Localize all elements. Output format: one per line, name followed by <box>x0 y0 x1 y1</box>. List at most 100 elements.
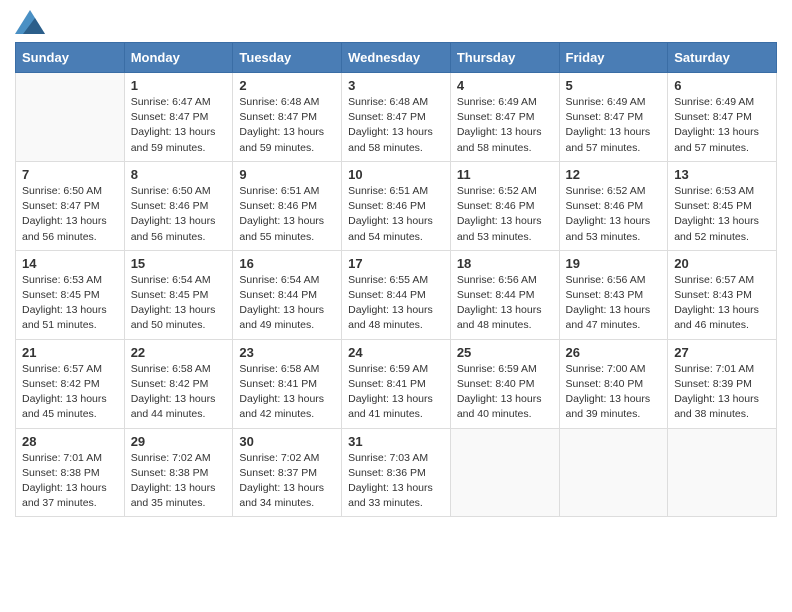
day-info: Sunrise: 6:57 AM Sunset: 8:43 PM Dayligh… <box>674 273 770 334</box>
day-number: 22 <box>131 345 227 360</box>
day-number: 8 <box>131 167 227 182</box>
day-cell: 1 Sunrise: 6:47 AM Sunset: 8:47 PM Daylig… <box>124 73 233 162</box>
day-cell: 6 Sunrise: 6:49 AM Sunset: 8:47 PM Daylig… <box>668 73 777 162</box>
logo-icon <box>15 10 45 34</box>
day-cell: 9Sunrise: 6:51 AM Sunset: 8:46 PM Daylig… <box>233 161 342 250</box>
day-cell <box>668 428 777 517</box>
day-cell: 7Sunrise: 6:50 AM Sunset: 8:47 PM Daylig… <box>16 161 125 250</box>
header-row: SundayMondayTuesdayWednesdayThursdayFrid… <box>16 43 777 73</box>
day-info: Sunrise: 6:58 AM Sunset: 8:41 PM Dayligh… <box>239 362 335 423</box>
day-number: 4 <box>457 78 553 93</box>
day-number: 3 <box>348 78 444 93</box>
day-number: 12 <box>566 167 662 182</box>
calendar-table: SundayMondayTuesdayWednesdayThursdayFrid… <box>15 42 777 517</box>
day-cell <box>559 428 668 517</box>
day-number: 26 <box>566 345 662 360</box>
day-number: 30 <box>239 434 335 449</box>
day-cell: 24 Sunrise: 6:59 AM Sunset: 8:41 PM Dayli… <box>342 339 451 428</box>
day-number: 24 <box>348 345 444 360</box>
day-info: Sunrise: 6:53 AM Sunset: 8:45 PM Dayligh… <box>674 184 770 245</box>
header-cell-saturday: Saturday <box>668 43 777 73</box>
day-info: Sunrise: 7:02 AM Sunset: 8:38 PM Dayligh… <box>131 451 227 512</box>
week-row-3: 14Sunrise: 6:53 AM Sunset: 8:45 PM Dayli… <box>16 250 777 339</box>
day-cell <box>450 428 559 517</box>
day-cell: 22 Sunrise: 6:58 AM Sunset: 8:42 PM Dayli… <box>124 339 233 428</box>
day-info: Sunrise: 6:52 AM Sunset: 8:46 PM Dayligh… <box>566 184 662 245</box>
day-info: Sunrise: 6:48 AM Sunset: 8:47 PM Dayligh… <box>239 95 335 156</box>
day-cell: 14Sunrise: 6:53 AM Sunset: 8:45 PM Dayli… <box>16 250 125 339</box>
day-cell: 31 Sunrise: 7:03 AM Sunset: 8:36 PM Dayli… <box>342 428 451 517</box>
week-row-4: 21 Sunrise: 6:57 AM Sunset: 8:42 PM Dayli… <box>16 339 777 428</box>
day-info: Sunrise: 6:51 AM Sunset: 8:46 PM Dayligh… <box>348 184 444 245</box>
day-cell: 15 Sunrise: 6:54 AM Sunset: 8:45 PM Dayli… <box>124 250 233 339</box>
day-number: 28 <box>22 434 118 449</box>
day-info: Sunrise: 7:01 AM Sunset: 8:38 PM Dayligh… <box>22 451 118 512</box>
day-info: Sunrise: 7:00 AM Sunset: 8:40 PM Dayligh… <box>566 362 662 423</box>
day-number: 19 <box>566 256 662 271</box>
week-row-1: 1 Sunrise: 6:47 AM Sunset: 8:47 PM Daylig… <box>16 73 777 162</box>
header-cell-sunday: Sunday <box>16 43 125 73</box>
day-info: Sunrise: 6:49 AM Sunset: 8:47 PM Dayligh… <box>457 95 553 156</box>
day-info: Sunrise: 7:03 AM Sunset: 8:36 PM Dayligh… <box>348 451 444 512</box>
header-cell-wednesday: Wednesday <box>342 43 451 73</box>
day-cell: 30 Sunrise: 7:02 AM Sunset: 8:37 PM Dayli… <box>233 428 342 517</box>
day-cell: 10Sunrise: 6:51 AM Sunset: 8:46 PM Dayli… <box>342 161 451 250</box>
day-info: Sunrise: 6:56 AM Sunset: 8:44 PM Dayligh… <box>457 273 553 334</box>
day-cell: 5Sunrise: 6:49 AM Sunset: 8:47 PM Daylig… <box>559 73 668 162</box>
day-info: Sunrise: 6:50 AM Sunset: 8:47 PM Dayligh… <box>22 184 118 245</box>
day-info: Sunrise: 7:02 AM Sunset: 8:37 PM Dayligh… <box>239 451 335 512</box>
day-cell: 18 Sunrise: 6:56 AM Sunset: 8:44 PM Dayli… <box>450 250 559 339</box>
day-cell: 4 Sunrise: 6:49 AM Sunset: 8:47 PM Daylig… <box>450 73 559 162</box>
day-number: 14 <box>22 256 118 271</box>
day-info: Sunrise: 6:49 AM Sunset: 8:47 PM Dayligh… <box>674 95 770 156</box>
day-number: 18 <box>457 256 553 271</box>
day-cell: 8 Sunrise: 6:50 AM Sunset: 8:46 PM Daylig… <box>124 161 233 250</box>
day-cell: 29Sunrise: 7:02 AM Sunset: 8:38 PM Dayli… <box>124 428 233 517</box>
day-number: 25 <box>457 345 553 360</box>
day-number: 31 <box>348 434 444 449</box>
day-number: 23 <box>239 345 335 360</box>
day-number: 27 <box>674 345 770 360</box>
day-cell: 16Sunrise: 6:54 AM Sunset: 8:44 PM Dayli… <box>233 250 342 339</box>
day-info: Sunrise: 6:50 AM Sunset: 8:46 PM Dayligh… <box>131 184 227 245</box>
header-cell-thursday: Thursday <box>450 43 559 73</box>
day-cell: 17Sunrise: 6:55 AM Sunset: 8:44 PM Dayli… <box>342 250 451 339</box>
week-row-5: 28 Sunrise: 7:01 AM Sunset: 8:38 PM Dayli… <box>16 428 777 517</box>
day-cell: 11 Sunrise: 6:52 AM Sunset: 8:46 PM Dayli… <box>450 161 559 250</box>
day-cell: 25 Sunrise: 6:59 AM Sunset: 8:40 PM Dayli… <box>450 339 559 428</box>
day-info: Sunrise: 6:52 AM Sunset: 8:46 PM Dayligh… <box>457 184 553 245</box>
day-info: Sunrise: 6:57 AM Sunset: 8:42 PM Dayligh… <box>22 362 118 423</box>
day-number: 1 <box>131 78 227 93</box>
day-number: 20 <box>674 256 770 271</box>
header <box>15 10 777 34</box>
day-cell: 20 Sunrise: 6:57 AM Sunset: 8:43 PM Dayli… <box>668 250 777 339</box>
day-info: Sunrise: 6:59 AM Sunset: 8:40 PM Dayligh… <box>457 362 553 423</box>
day-info: Sunrise: 6:47 AM Sunset: 8:47 PM Dayligh… <box>131 95 227 156</box>
day-info: Sunrise: 6:58 AM Sunset: 8:42 PM Dayligh… <box>131 362 227 423</box>
day-cell: 13Sunrise: 6:53 AM Sunset: 8:45 PM Dayli… <box>668 161 777 250</box>
day-info: Sunrise: 6:54 AM Sunset: 8:45 PM Dayligh… <box>131 273 227 334</box>
day-info: Sunrise: 6:49 AM Sunset: 8:47 PM Dayligh… <box>566 95 662 156</box>
day-number: 6 <box>674 78 770 93</box>
day-cell: 19 Sunrise: 6:56 AM Sunset: 8:43 PM Dayli… <box>559 250 668 339</box>
day-info: Sunrise: 6:56 AM Sunset: 8:43 PM Dayligh… <box>566 273 662 334</box>
day-number: 21 <box>22 345 118 360</box>
calendar-body: 1 Sunrise: 6:47 AM Sunset: 8:47 PM Daylig… <box>16 73 777 517</box>
day-cell: 26 Sunrise: 7:00 AM Sunset: 8:40 PM Dayli… <box>559 339 668 428</box>
day-cell: 27 Sunrise: 7:01 AM Sunset: 8:39 PM Dayli… <box>668 339 777 428</box>
week-row-2: 7Sunrise: 6:50 AM Sunset: 8:47 PM Daylig… <box>16 161 777 250</box>
day-cell: 28 Sunrise: 7:01 AM Sunset: 8:38 PM Dayli… <box>16 428 125 517</box>
day-cell <box>16 73 125 162</box>
day-cell: 23 Sunrise: 6:58 AM Sunset: 8:41 PM Dayli… <box>233 339 342 428</box>
header-cell-friday: Friday <box>559 43 668 73</box>
day-cell: 21 Sunrise: 6:57 AM Sunset: 8:42 PM Dayli… <box>16 339 125 428</box>
day-info: Sunrise: 6:55 AM Sunset: 8:44 PM Dayligh… <box>348 273 444 334</box>
day-cell: 3 Sunrise: 6:48 AM Sunset: 8:47 PM Daylig… <box>342 73 451 162</box>
logo <box>15 10 49 34</box>
day-cell: 2Sunrise: 6:48 AM Sunset: 8:47 PM Daylig… <box>233 73 342 162</box>
day-info: Sunrise: 6:59 AM Sunset: 8:41 PM Dayligh… <box>348 362 444 423</box>
day-number: 11 <box>457 167 553 182</box>
day-info: Sunrise: 7:01 AM Sunset: 8:39 PM Dayligh… <box>674 362 770 423</box>
day-info: Sunrise: 6:48 AM Sunset: 8:47 PM Dayligh… <box>348 95 444 156</box>
day-number: 15 <box>131 256 227 271</box>
